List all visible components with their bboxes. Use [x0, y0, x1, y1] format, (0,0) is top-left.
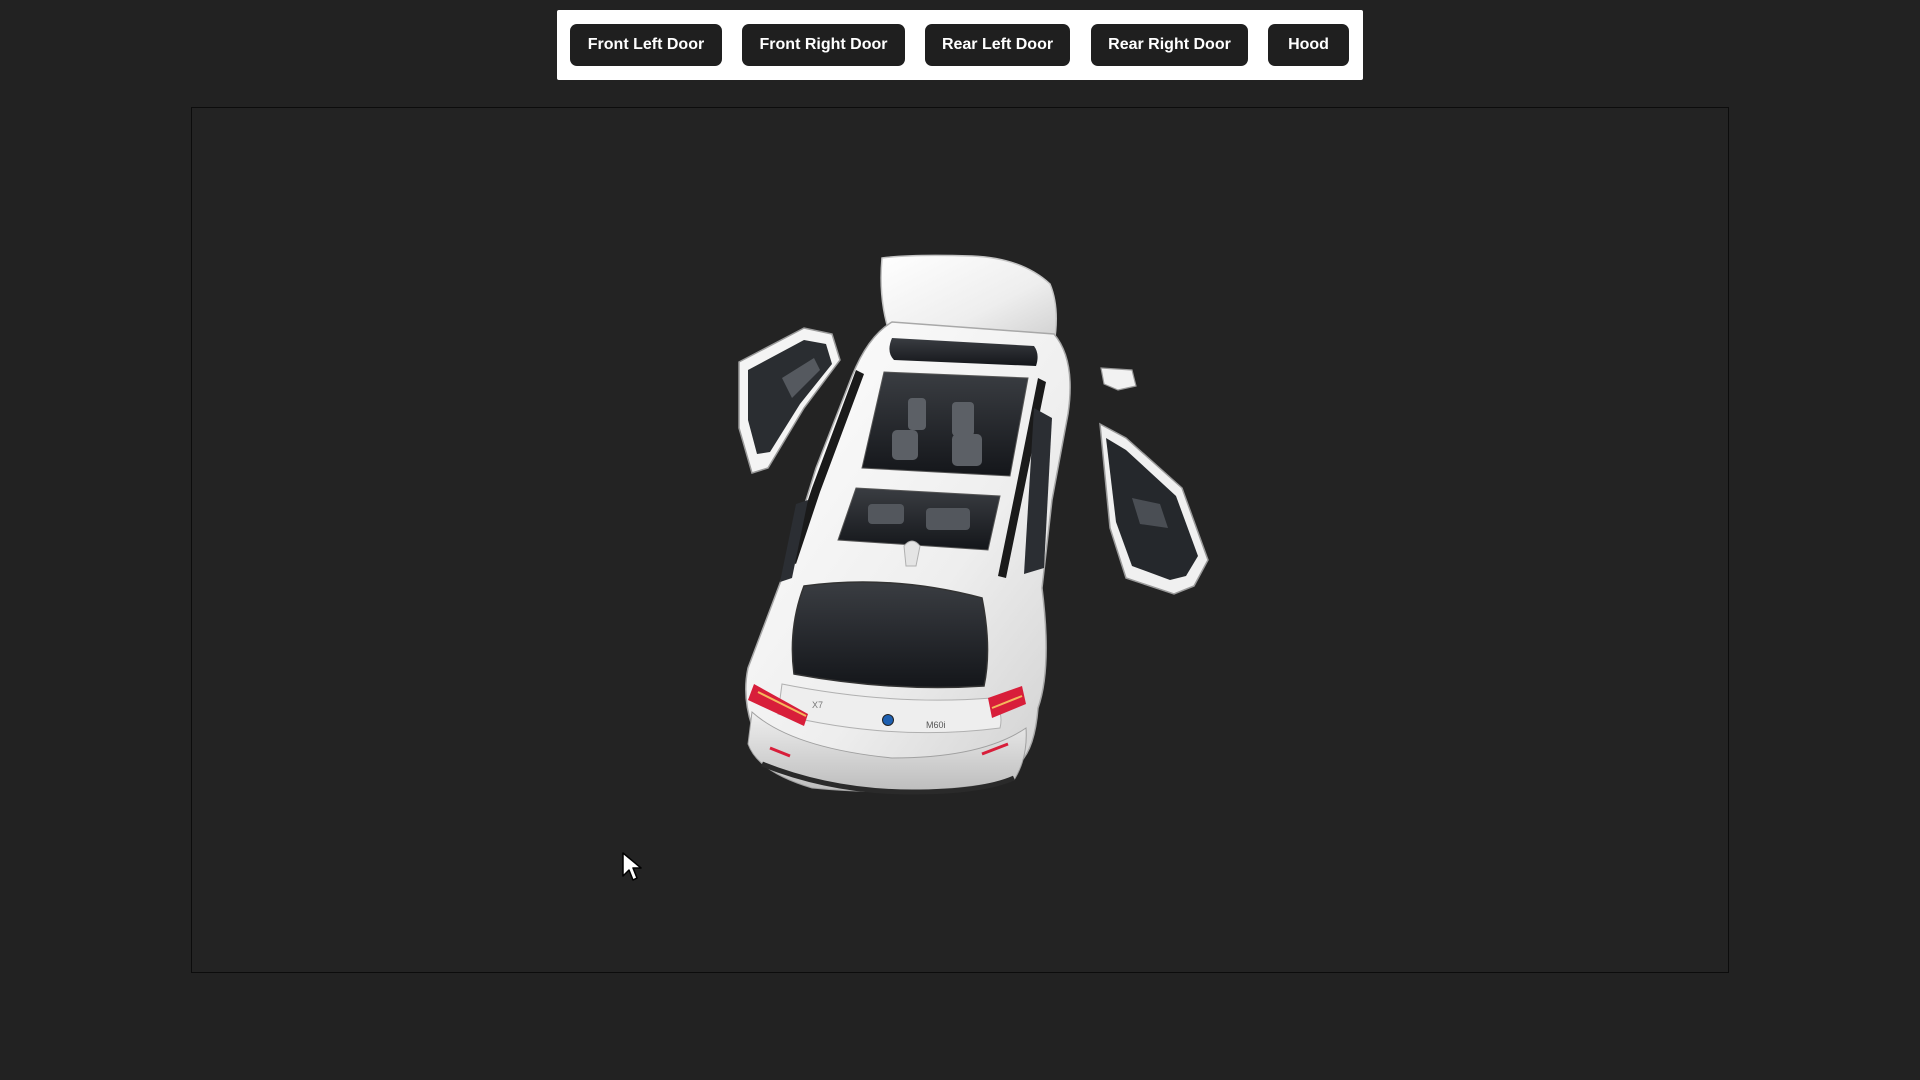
rear-left-door-button[interactable]: Rear Left Door	[925, 24, 1070, 66]
rear-badge: M60i	[926, 720, 946, 730]
car-model-render: X7 M60i	[738, 254, 1209, 795]
front-right-door-open	[1099, 367, 1209, 595]
3d-car-viewer[interactable]: X7 M60i	[191, 107, 1729, 973]
front-right-door-button[interactable]: Front Right Door	[742, 24, 905, 66]
hood-button[interactable]: Hood	[1268, 24, 1349, 66]
door-controls-toolbar: Front Left Door Front Right Door Rear Le…	[557, 10, 1363, 80]
rear-right-door-button[interactable]: Rear Right Door	[1091, 24, 1248, 66]
mouse-pointer-arrow-icon	[622, 852, 642, 881]
front-left-door-button[interactable]: Front Left Door	[570, 24, 722, 66]
model-badge: X7	[812, 700, 823, 710]
